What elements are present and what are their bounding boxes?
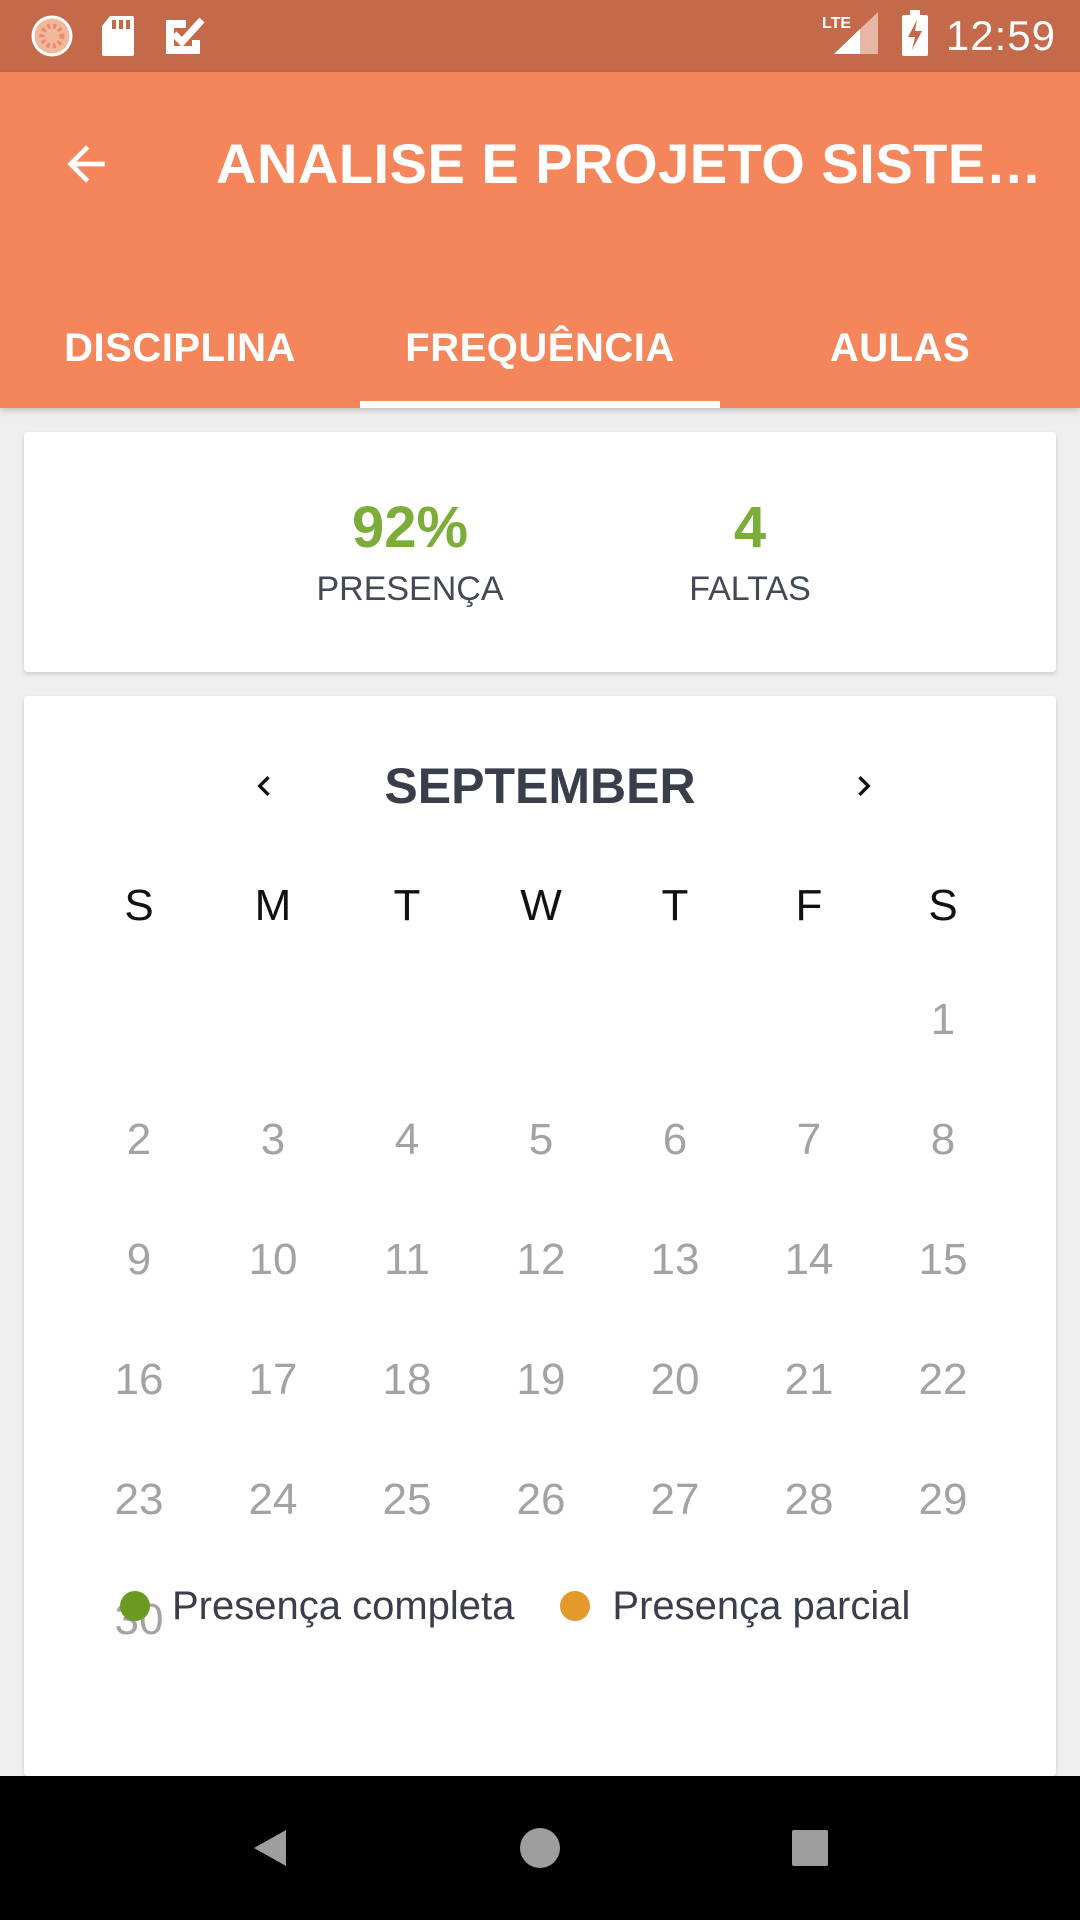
calendar-day[interactable]: 16 bbox=[72, 1340, 206, 1420]
page-title: ANALISE E PROJETO SISTEMAS bbox=[216, 132, 1056, 195]
calendar-day[interactable]: 1 bbox=[876, 980, 1010, 1060]
system-navigation-bar bbox=[0, 1776, 1080, 1920]
calendar-day[interactable]: 8 bbox=[876, 1100, 1010, 1180]
weekday-label: M bbox=[254, 881, 292, 930]
calendar-day[interactable]: 21 bbox=[742, 1340, 876, 1420]
calendar-day[interactable]: 23 bbox=[72, 1460, 206, 1540]
absences-stat: 4 FALTAS bbox=[630, 492, 870, 614]
weekday-label: T bbox=[393, 881, 421, 930]
weekday-header: S M T W T F S bbox=[24, 856, 1056, 956]
tab-aulas[interactable]: AULAS bbox=[720, 288, 1080, 408]
circle-home-icon bbox=[520, 1828, 560, 1868]
calendar-day[interactable]: 28 bbox=[742, 1460, 876, 1540]
sd-card-icon bbox=[100, 14, 136, 63]
weekday-label: F bbox=[795, 881, 823, 930]
weekday-label: W bbox=[520, 881, 562, 930]
calendar-day[interactable]: 5 bbox=[474, 1100, 608, 1180]
check-icon bbox=[162, 14, 206, 63]
legend-label: Presença parcial bbox=[612, 1583, 911, 1628]
nav-home-button[interactable] bbox=[500, 1808, 580, 1888]
calendar-day[interactable]: 14 bbox=[742, 1220, 876, 1300]
nav-recents-button[interactable] bbox=[770, 1808, 850, 1888]
status-bar: LTE 12:59 bbox=[0, 0, 1080, 72]
month-title: SEPTEMBER bbox=[384, 758, 696, 814]
legend-item-complete: Presença completa bbox=[120, 1584, 514, 1629]
calendar-day[interactable]: 20 bbox=[608, 1340, 742, 1420]
tab-disciplina[interactable]: DISCIPLINA bbox=[0, 288, 360, 408]
calendar-day[interactable]: 4 bbox=[340, 1100, 474, 1180]
calendar-day[interactable]: 2 bbox=[72, 1100, 206, 1180]
calendar-day[interactable]: 9 bbox=[72, 1220, 206, 1300]
weekday-label: S bbox=[124, 881, 154, 930]
svg-text:LTE: LTE bbox=[822, 15, 851, 32]
calendar-day[interactable]: 3 bbox=[206, 1100, 340, 1180]
presence-value: 92% bbox=[351, 495, 469, 560]
nav-back-button[interactable] bbox=[230, 1808, 310, 1888]
tab-bar: DISCIPLINA FREQUÊNCIA AULAS bbox=[0, 288, 1080, 408]
calendar-day[interactable]: 27 bbox=[608, 1460, 742, 1540]
lte-signal-icon: LTE bbox=[820, 8, 884, 63]
legend: Presença completa Presença parcial bbox=[120, 1566, 1040, 1646]
calendar-day[interactable]: 26 bbox=[474, 1460, 608, 1540]
calendar-day[interactable]: 18 bbox=[340, 1340, 474, 1420]
weekday-label: S bbox=[928, 881, 958, 930]
calendar-day[interactable]: 10 bbox=[206, 1220, 340, 1300]
presence-stat: 92% PRESENÇA bbox=[290, 492, 530, 614]
arrow-back-icon bbox=[67, 145, 105, 183]
tab-frequencia[interactable]: FREQUÊNCIA bbox=[360, 288, 720, 408]
calendar-day[interactable]: 29 bbox=[876, 1460, 1010, 1540]
calendar-day[interactable]: 25 bbox=[340, 1460, 474, 1540]
chevron-left-icon bbox=[257, 776, 270, 796]
clock: 12:59 bbox=[945, 11, 1056, 59]
chevron-right-icon bbox=[858, 776, 871, 796]
calendar-day[interactable]: 22 bbox=[876, 1340, 1010, 1420]
calendar-day[interactable]: 13 bbox=[608, 1220, 742, 1300]
battery-charging-icon bbox=[901, 10, 928, 61]
calendar-day[interactable]: 19 bbox=[474, 1340, 608, 1420]
attendance-summary-card: 92% PRESENÇA 4 FALTAS bbox=[24, 432, 1056, 672]
presence-label: PRESENÇA bbox=[316, 570, 504, 608]
calendar-day[interactable]: 6 bbox=[608, 1100, 742, 1180]
presence-partial-dot-icon bbox=[560, 1591, 591, 1621]
calendar-day[interactable]: 15 bbox=[876, 1220, 1010, 1300]
month-navigation: SEPTEMBER bbox=[24, 736, 1056, 836]
absences-value: 4 bbox=[733, 495, 767, 560]
calendar-day[interactable]: 12 bbox=[474, 1220, 608, 1300]
presence-complete-dot-icon bbox=[120, 1591, 150, 1621]
app-bar: ANALISE E PROJETO SISTEMAS DISCIPLINA FR… bbox=[0, 72, 1080, 408]
calendar-day[interactable]: 11 bbox=[340, 1220, 474, 1300]
back-button[interactable] bbox=[46, 124, 126, 204]
next-month-button[interactable] bbox=[824, 746, 904, 826]
absences-label: FALTAS bbox=[689, 570, 811, 608]
weekday-label: T bbox=[661, 881, 689, 930]
calendar-card: SEPTEMBER S M T W T F S 1 2 3 4 5 6 7 8 9 10 11 12 1… bbox=[24, 696, 1056, 1776]
square-recents-icon bbox=[792, 1830, 828, 1866]
triangle-back-icon bbox=[254, 1830, 286, 1866]
calendar-day[interactable]: 17 bbox=[206, 1340, 340, 1420]
legend-item-partial: Presença parcial bbox=[560, 1584, 910, 1629]
calendar-day[interactable]: 7 bbox=[742, 1100, 876, 1180]
calendar-day[interactable]: 24 bbox=[206, 1460, 340, 1540]
spinner-icon bbox=[30, 14, 74, 63]
legend-label: Presença completa bbox=[172, 1583, 515, 1628]
